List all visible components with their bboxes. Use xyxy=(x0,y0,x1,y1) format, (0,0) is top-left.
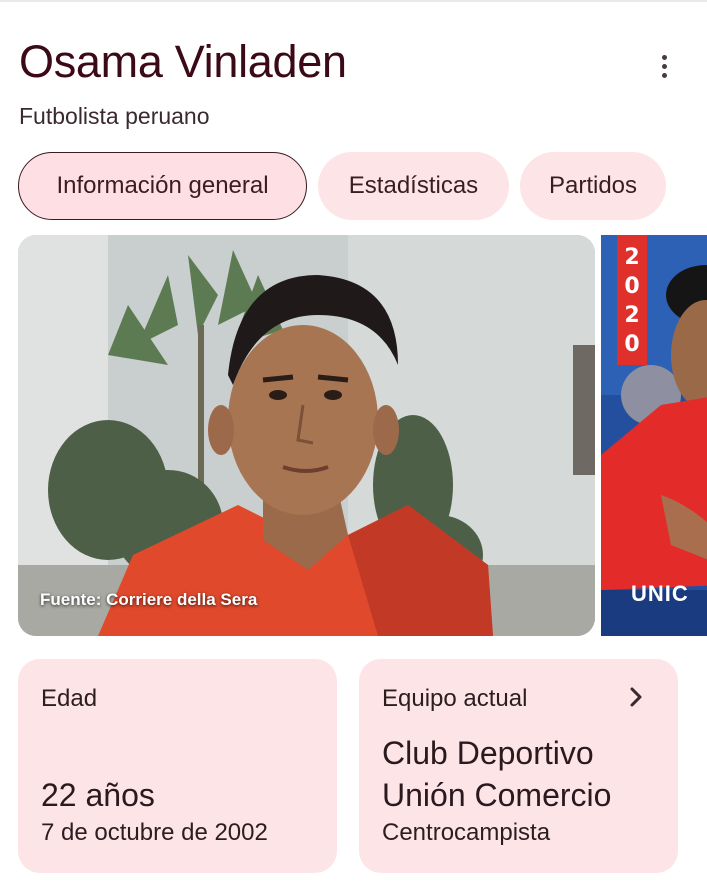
player-position: Centrocampista xyxy=(382,819,551,846)
team-label: Equipo actual xyxy=(382,685,528,712)
knowledge-panel: Osama Vinladen Futbolista peruano Inform… xyxy=(0,0,707,881)
current-team-card[interactable]: Equipo actual Club Deportivo Unión Comer… xyxy=(359,659,678,873)
image-gallery: Fuente: Corriere della Sera 2020 UNIC xyxy=(18,235,707,636)
tab-estadisticas[interactable]: Estadísticas xyxy=(318,152,509,220)
age-label: Edad xyxy=(41,685,98,712)
age-card: Edad 22 años 7 de octubre de 2002 xyxy=(18,659,337,873)
team-name-line2: Unión Comercio xyxy=(382,777,612,813)
top-divider xyxy=(0,0,707,2)
page-subtitle: Futbolista peruano xyxy=(19,103,210,129)
team-name-line1: Club Deportivo xyxy=(382,735,594,771)
tab-partidos[interactable]: Partidos xyxy=(520,152,666,220)
birth-date: 7 de octubre de 2002 xyxy=(41,819,268,846)
tab-informacion-general[interactable]: Información general xyxy=(18,152,307,220)
more-vert-icon-dot xyxy=(661,72,667,78)
second-photo-year: 2020 xyxy=(624,245,640,357)
page-title: Osama Vinladen xyxy=(19,36,347,87)
player-photo[interactable]: Fuente: Corriere della Sera xyxy=(18,235,595,636)
player-photo-image xyxy=(18,235,595,636)
photo-caption: Fuente: Corriere della Sera xyxy=(40,590,258,609)
second-photo-text: UNIC xyxy=(631,581,689,606)
more-options-button[interactable] xyxy=(648,50,680,82)
more-vert-icon-dot xyxy=(661,63,667,69)
age-value: 22 años xyxy=(41,777,155,813)
chevron-right-icon xyxy=(630,687,642,707)
second-photo[interactable]: 2020 UNIC xyxy=(601,235,707,636)
more-vert-icon xyxy=(661,54,667,60)
